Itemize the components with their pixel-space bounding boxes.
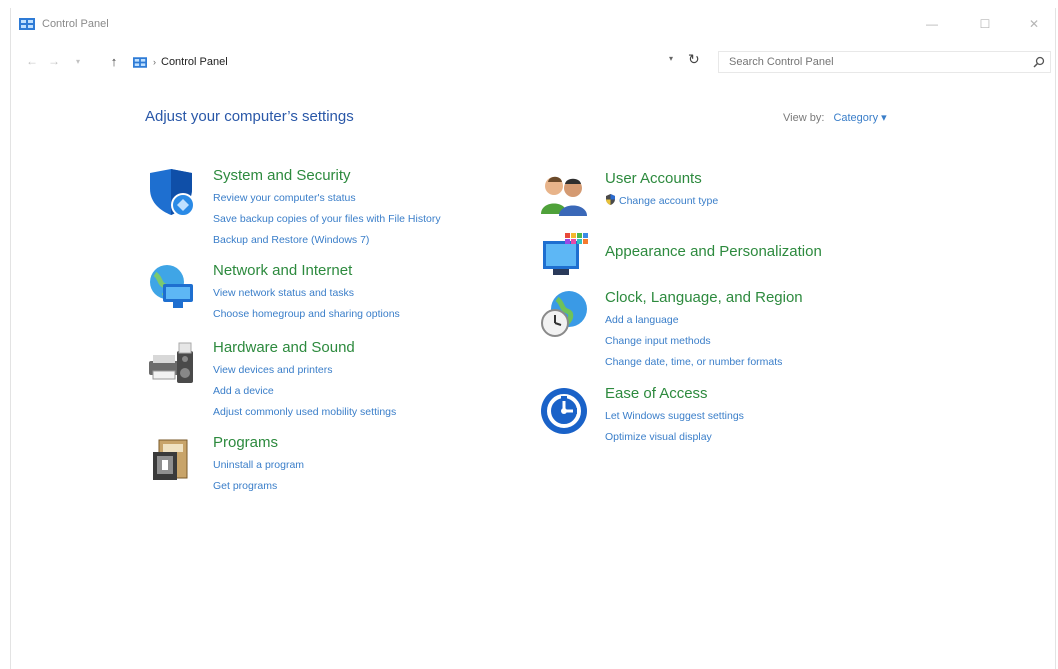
category-link[interactable]: Optimize visual display (605, 428, 744, 449)
search-input[interactable] (719, 55, 1028, 69)
printer-speaker-icon (149, 342, 193, 383)
category-link[interactable]: View network status and tasks (213, 284, 400, 305)
category-link[interactable]: Let Windows suggest settings (605, 407, 744, 428)
category-links: View devices and printers Add a device A… (213, 361, 396, 424)
minimize-button[interactable]: — (913, 12, 951, 36)
category-title[interactable]: System and Security (213, 167, 351, 184)
address-dropdown-icon[interactable]: ▾ (669, 54, 673, 63)
view-by-label: View by: (783, 112, 825, 124)
title-bar: Control Panel — ☐ ✕ (11, 8, 1055, 40)
category-title[interactable]: Clock, Language, and Region (605, 289, 803, 306)
category-title[interactable]: Network and Internet (213, 262, 352, 279)
close-button[interactable]: ✕ (1015, 12, 1053, 36)
category-title[interactable]: Appearance and Personalization (605, 243, 822, 260)
view-by-dropdown[interactable]: Category ▾ (833, 112, 886, 124)
category-link[interactable]: Change input methods (605, 332, 782, 353)
up-button[interactable]: ↑ (105, 52, 123, 70)
category-links: Add a language Change input methods Chan… (605, 311, 782, 374)
category-link[interactable]: Backup and Restore (Windows 7) (213, 231, 441, 252)
address-bar[interactable]: › Control Panel (129, 51, 705, 73)
category-link[interactable]: View devices and printers (213, 361, 396, 382)
recent-locations-button[interactable]: ▾ (69, 52, 87, 70)
category-link[interactable]: Add a device (213, 382, 396, 403)
control-panel-icon (133, 56, 147, 68)
category-title[interactable]: Ease of Access (605, 385, 708, 402)
category-link[interactable]: Uninstall a program (213, 456, 304, 477)
control-panel-icon (19, 18, 35, 30)
category-link[interactable]: Save backup copies of your files with Fi… (213, 210, 441, 231)
uac-shield-icon (606, 194, 615, 205)
category-link[interactable]: Get programs (213, 477, 304, 498)
shield-icon (150, 169, 195, 217)
forward-button[interactable]: → (45, 52, 63, 70)
control-panel-window: Control Panel — ☐ ✕ ← → ▾ ↑ › Control Pa… (10, 8, 1056, 669)
view-by-control: View by: Category ▾ (783, 111, 887, 124)
category-link[interactable]: Choose homegroup and sharing options (213, 305, 400, 326)
category-link[interactable]: Add a language (605, 311, 782, 332)
programs-icon (153, 439, 188, 480)
search-icon[interactable] (1028, 51, 1050, 73)
navigation-bar: ← → ▾ ↑ › Control Panel ▾ ↻ (11, 48, 1055, 76)
category-title[interactable]: User Accounts (605, 170, 702, 187)
search-box[interactable] (718, 51, 1051, 73)
category-links: Review your computer's status Save backu… (213, 189, 441, 252)
category-title[interactable]: Hardware and Sound (213, 339, 355, 356)
globe-network-icon (150, 265, 193, 308)
users-icon (541, 176, 587, 216)
category-title[interactable]: Programs (213, 434, 278, 451)
category-links: Uninstall a program Get programs (213, 456, 304, 498)
breadcrumb[interactable]: Control Panel (161, 56, 228, 68)
refresh-icon[interactable]: ↻ (688, 51, 700, 68)
category-link[interactable]: Change account type (605, 192, 718, 213)
monitor-palette-icon (543, 233, 588, 275)
back-button[interactable]: ← (23, 52, 41, 70)
category-link[interactable]: Review your computer's status (213, 189, 441, 210)
category-link[interactable]: Change date, time, or number formats (605, 353, 782, 374)
category-links: View network status and tasks Choose hom… (213, 284, 400, 326)
page-title: Adjust your computer’s settings (145, 108, 354, 125)
window-title: Control Panel (42, 18, 109, 30)
breadcrumb-separator-icon[interactable]: › (153, 57, 156, 67)
category-links: Change account type (605, 192, 718, 213)
category-links: Let Windows suggest settings Optimize vi… (605, 407, 744, 449)
ease-of-access-icon (541, 388, 587, 434)
category-link-label: Change account type (619, 195, 719, 207)
clock-globe-icon (541, 291, 587, 337)
category-link[interactable]: Adjust commonly used mobility settings (213, 403, 396, 424)
maximize-button[interactable]: ☐ (966, 12, 1004, 36)
